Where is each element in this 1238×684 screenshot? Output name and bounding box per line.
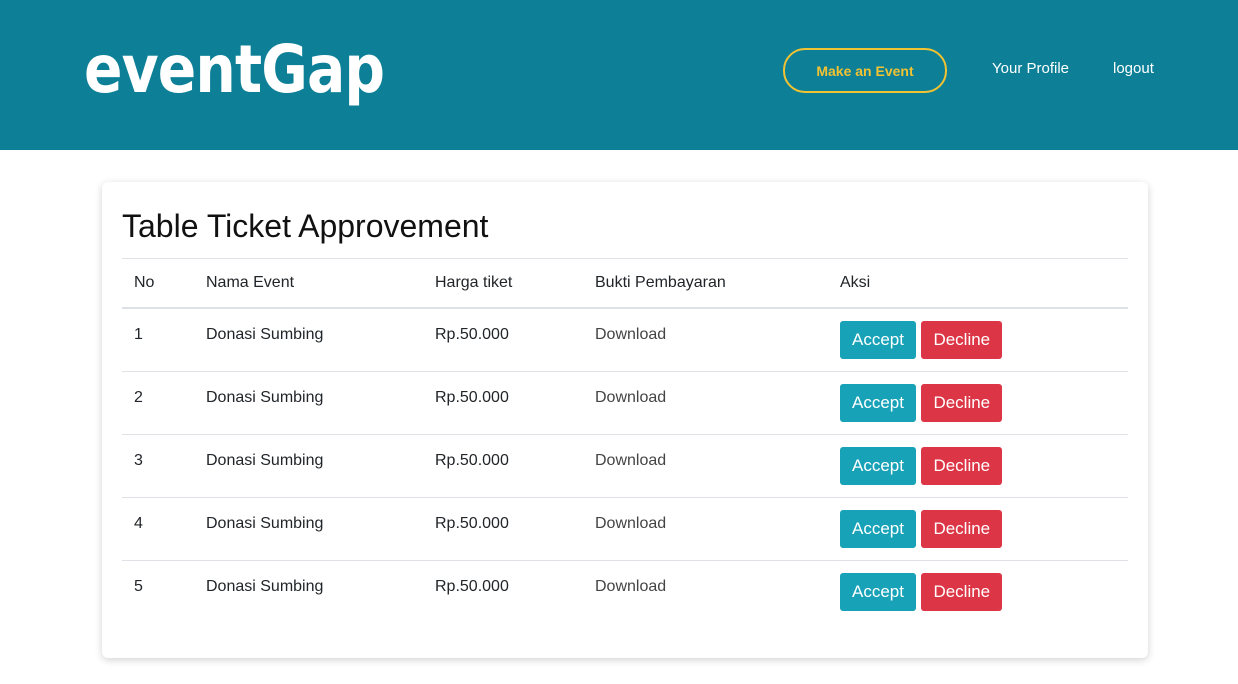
column-header-bukti-pembayaran: Bukti Pembayaran [583,258,828,309]
cell-harga-tiket: Rp.50.000 [423,497,583,561]
column-header-nama-event: Nama Event [194,258,423,309]
decline-button[interactable]: Decline [921,510,1003,548]
accept-button[interactable]: Accept [840,573,916,611]
ticket-approval-card: Table Ticket Approvement No Nama Event H… [102,182,1148,658]
table-row: 1 Donasi Sumbing Rp.50.000 Download Acce… [122,308,1128,372]
decline-button[interactable]: Decline [921,447,1003,485]
table-row: 2 Donasi Sumbing Rp.50.000 Download Acce… [122,371,1128,435]
accept-button[interactable]: Accept [840,321,916,359]
download-link[interactable]: Download [595,389,666,406]
cell-harga-tiket: Rp.50.000 [435,578,509,595]
brand-logo[interactable]: eventGap [84,30,385,110]
table-row: 3 Donasi Sumbing Rp.50.000 Download Acce… [122,434,1128,498]
accept-button[interactable]: Accept [840,384,916,422]
decline-button[interactable]: Decline [921,384,1003,422]
cell-nama-event: Donasi Sumbing [194,434,423,498]
decline-button[interactable]: Decline [921,321,1003,359]
download-link[interactable]: Download [595,578,666,595]
cell-aksi: Accept Decline [828,497,1128,561]
column-header-harga-tiket: Harga tiket [423,258,583,309]
nav-link-logout[interactable]: logout [1113,60,1154,77]
nav-link-profile[interactable]: Your Profile [992,60,1069,77]
cell-no: 2 [122,371,194,435]
ticket-approval-table: No Nama Event Harga tiket Bukti Pembayar… [122,258,1128,623]
download-link[interactable]: Download [595,452,666,469]
cell-aksi: Accept Decline [828,561,1128,624]
download-link[interactable]: Download [595,326,666,343]
make-event-button[interactable]: Make an Event [783,48,947,93]
cell-bukti-pembayaran: Download [583,497,828,561]
cell-bukti-pembayaran: Download [583,561,828,624]
cell-no: 4 [122,497,194,561]
accept-button[interactable]: Accept [840,447,916,485]
cell-nama-event: Donasi Sumbing [194,371,423,435]
download-link[interactable]: Download [595,515,666,532]
cell-aksi: Accept Decline [828,308,1128,372]
cell-bukti-pembayaran: Download [583,371,828,435]
cell-no: 5 [134,578,143,595]
navbar: eventGap Make an Event Your Profile logo… [0,0,1238,150]
cell-nama-event: Donasi Sumbing [194,308,423,372]
cell-aksi: Accept Decline [828,434,1128,498]
cell-nama-event: Donasi Sumbing [194,497,423,561]
column-header-no: No [122,258,194,309]
accept-button[interactable]: Accept [840,510,916,548]
decline-button[interactable]: Decline [921,573,1003,611]
table-header-row: No Nama Event Harga tiket Bukti Pembayar… [122,258,1128,309]
table-row: 5 Donasi Sumbing Rp.50.000 Download Acce… [122,561,1128,624]
cell-aksi: Accept Decline [828,371,1128,435]
cell-nama-event: Donasi Sumbing [206,578,324,595]
cell-no: 3 [122,434,194,498]
cell-bukti-pembayaran: Download [583,308,828,372]
cell-harga-tiket: Rp.50.000 [423,434,583,498]
column-header-aksi: Aksi [828,258,1128,309]
cell-bukti-pembayaran: Download [583,434,828,498]
cell-harga-tiket: Rp.50.000 [423,371,583,435]
cell-harga-tiket: Rp.50.000 [423,308,583,372]
table-row: 4 Donasi Sumbing Rp.50.000 Download Acce… [122,497,1128,561]
page-title: Table Ticket Approvement [122,208,489,244]
cell-no: 1 [122,308,194,372]
